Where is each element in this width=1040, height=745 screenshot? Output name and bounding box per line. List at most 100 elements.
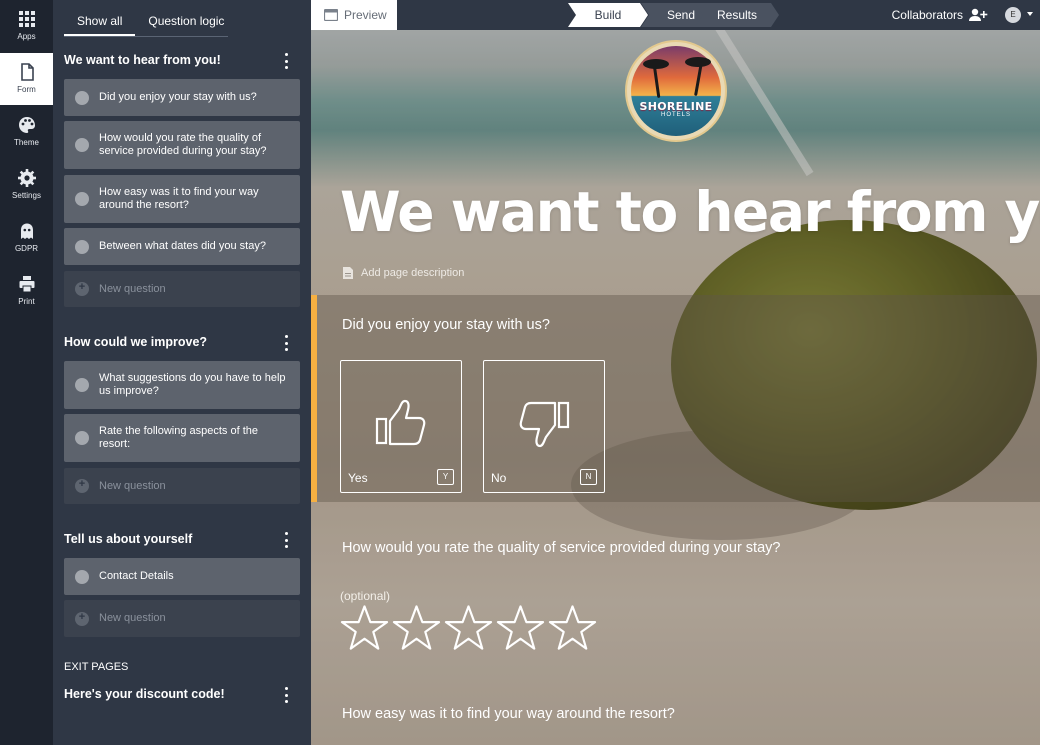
star-icon[interactable] [340,604,389,652]
page-3-menu-icon[interactable] [283,532,289,548]
page-description-placeholder: Add page description [361,267,465,279]
page-title-2[interactable]: How could we improve? [64,335,207,349]
new-question-label: New question [99,282,166,295]
page-title-3[interactable]: Tell us about yourself [64,532,192,546]
new-question-button[interactable]: New question [64,271,300,307]
new-question-button[interactable]: New question [64,468,300,504]
palette-icon [18,117,35,133]
question-panel: Show all Question logic We want to hear … [53,0,311,745]
step-send-label: Send [666,8,696,22]
question-label: Contact Details [99,570,174,582]
new-question-label: New question [99,479,166,492]
gear-icon [17,169,36,187]
choice-no[interactable]: No N [483,360,605,493]
question-title-ease[interactable]: How easy was it to find your way around … [342,706,675,722]
question-title-enjoy[interactable]: Did you enjoy your stay with us? [342,317,550,333]
add-icon [75,611,89,626]
add-page-description[interactable]: Add page description [342,266,464,280]
thumbs-down-icon [519,401,570,448]
panel-tabs: Show all Question logic [64,6,237,38]
top-bar: Preview Build Send Results Collaborators… [311,0,1040,30]
question-card[interactable]: How easy was it to find your way around … [64,175,300,223]
question-card[interactable]: What suggestions do you have to help us … [64,361,300,409]
question-status-icon [75,431,89,445]
question-card[interactable]: Did you enjoy your stay with us? [64,79,300,116]
optional-label: (optional) [340,589,391,603]
palm-frond-icon [643,59,669,69]
add-icon [75,281,89,296]
step-build-label: Build [594,8,622,22]
question-label: What suggestions do you have to help us … [99,372,286,397]
collaborators-label: Collaborators [891,8,963,22]
star-icon[interactable] [496,604,545,652]
question-status-icon [75,138,89,152]
rail-item-print[interactable]: Print [0,265,53,317]
form-canvas: SHORELINE HOTELS We want to hear from yo… [311,30,1040,745]
palm-frond-icon [685,57,711,67]
question-label: Between what dates did you stay? [99,240,266,252]
question-card[interactable]: Between what dates did you stay? [64,228,300,265]
question-label: Rate the following aspects of the resort… [99,425,258,450]
document-icon [20,63,34,81]
question-title-rating[interactable]: How would you rate the quality of servic… [342,540,780,556]
page-title-1[interactable]: We want to hear from you! [64,53,221,67]
question-label: Did you enjoy your stay with us? [99,91,257,103]
step-results-label: Results [716,8,757,22]
question-status-icon [75,378,89,392]
chevron-down-icon[interactable] [1027,12,1033,16]
step-build[interactable]: Build [568,3,648,27]
exit-page-menu-icon[interactable] [283,687,289,703]
new-question-label: New question [99,612,166,624]
active-question-indicator [311,295,317,502]
thumbs-up-icon [375,399,426,446]
question-card[interactable]: How would you rate the quality of servic… [64,121,300,169]
avatar[interactable]: E [1005,7,1021,23]
printer-icon [19,276,34,293]
exit-pages-heading: EXIT PAGES [64,661,129,673]
new-question-button[interactable]: New question [64,600,300,637]
question-status-icon [75,90,89,105]
apps-grid-icon [18,11,35,27]
tabs-divider [64,36,228,37]
exit-page-title[interactable]: Here's your discount code! [64,687,225,701]
rail-label-apps: Apps [17,32,36,41]
rail-item-theme[interactable]: Theme [0,106,53,158]
choice-no-label: No [491,471,507,485]
preview-window-icon [324,9,338,21]
rail-label-print: Print [18,297,35,306]
star-icon[interactable] [392,604,441,652]
step-results[interactable]: Results [695,3,779,27]
add-person-icon [969,8,988,21]
choice-yes-label: Yes [348,471,368,485]
preview-button[interactable]: Preview [311,0,397,30]
choice-yes[interactable]: Yes Y [340,360,462,493]
question-label: How would you rate the quality of servic… [99,132,267,157]
rail-item-form[interactable]: Form [0,53,53,105]
star-icon[interactable] [444,604,493,652]
question-status-icon [75,569,89,584]
question-status-icon [75,239,89,254]
question-status-icon [75,192,89,206]
star-icon[interactable] [548,604,597,652]
tab-show-all[interactable]: Show all [64,6,136,36]
logo-banner: SHORELINE HOTELS [629,100,723,126]
collaborators-button[interactable]: Collaborators [892,0,988,30]
brand-logo[interactable]: SHORELINE HOTELS [625,40,727,142]
rail-label-gdpr: GDPR [14,244,39,253]
page-1-menu-icon[interactable] [283,53,289,69]
choice-no-key: N [580,469,597,485]
page-2-menu-icon[interactable] [283,335,289,351]
rail-label-settings: Settings [12,191,41,200]
left-rail: Apps Form Theme Settings GDPR Print [0,0,53,745]
add-icon [75,478,89,493]
star-rating [340,604,600,652]
rail-item-apps[interactable]: Apps [0,0,53,52]
question-card[interactable]: Rate the following aspects of the resort… [64,414,300,462]
tab-question-logic[interactable]: Question logic [135,6,237,36]
rail-item-gdpr[interactable]: GDPR [0,212,53,264]
rail-item-settings[interactable]: Settings [0,159,53,211]
rail-label-form: Form [17,85,36,94]
question-card[interactable]: Contact Details [64,558,300,595]
page-title[interactable]: We want to hear from you! [340,180,1040,244]
ghost-icon [20,223,33,239]
